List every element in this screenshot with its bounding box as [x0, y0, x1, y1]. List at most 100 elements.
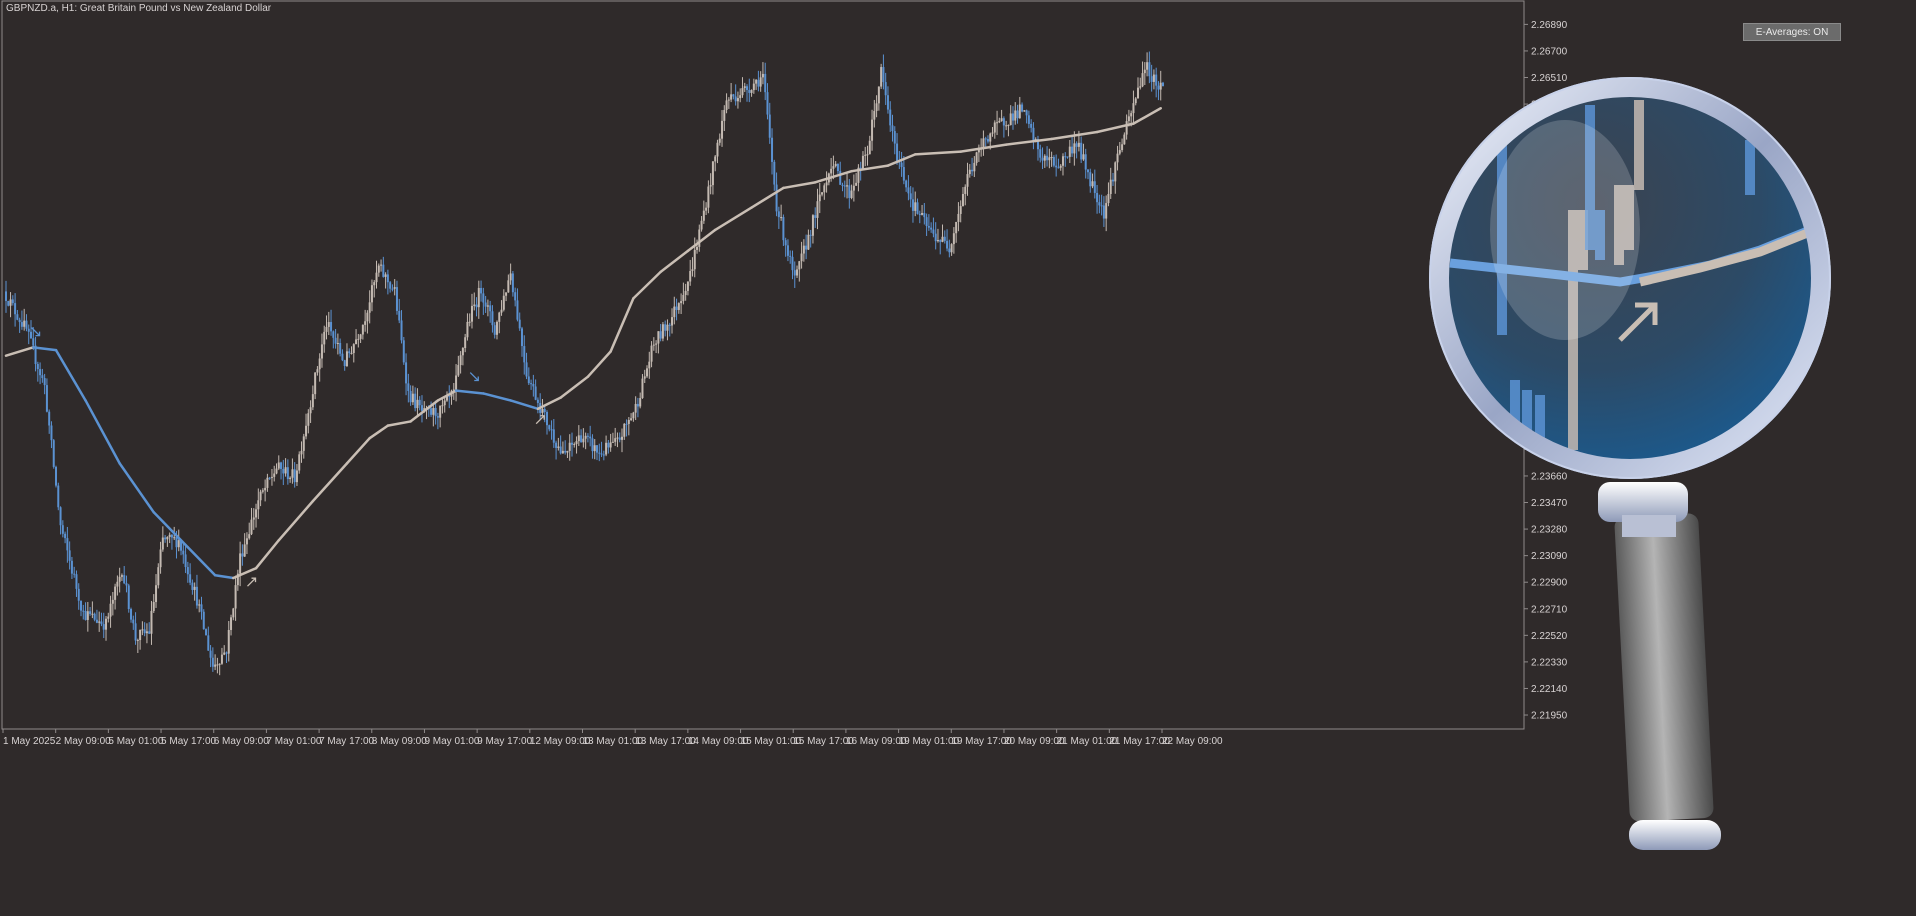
candle-body	[702, 210, 705, 221]
candle-body	[871, 119, 874, 141]
candle-body	[345, 351, 348, 366]
candle-body	[591, 438, 594, 452]
candle-body	[798, 261, 801, 270]
candle-body	[434, 408, 437, 417]
candle-body	[86, 611, 89, 620]
candle	[7, 300, 10, 307]
candle-body	[159, 549, 162, 568]
candle-body	[843, 185, 846, 187]
candle-body	[723, 109, 726, 121]
candle-body	[498, 312, 501, 322]
candle-body	[639, 398, 642, 407]
candle-body	[714, 156, 717, 162]
candle-body	[739, 95, 742, 99]
candle-body	[561, 450, 564, 454]
candle-body	[911, 199, 914, 211]
candle-body	[841, 184, 844, 186]
chart-root[interactable]: 2.268902.267002.265102.263202.261302.259…	[0, 0, 1916, 911]
candle-body	[232, 608, 235, 618]
candle-body	[1025, 110, 1028, 116]
candle-body	[280, 462, 283, 469]
candle-body	[677, 303, 680, 310]
candle-body	[559, 446, 562, 454]
candle-body	[809, 234, 812, 236]
candle-body	[582, 438, 585, 443]
candle-body	[134, 623, 137, 641]
candle-body	[52, 440, 55, 467]
candle-body	[884, 82, 887, 96]
candle-body	[771, 137, 774, 162]
candle-body	[457, 365, 460, 376]
candle-body	[480, 287, 483, 294]
candle-body	[866, 154, 869, 156]
candle-body	[1021, 104, 1024, 112]
candle-body	[752, 83, 755, 91]
candle-body	[334, 337, 337, 344]
candle-body	[120, 575, 123, 577]
candle-body	[1050, 157, 1053, 159]
candle-body	[589, 436, 592, 439]
y-tick-label: 2.22710	[1531, 604, 1568, 615]
candle-body	[252, 517, 255, 520]
candle-body	[175, 537, 178, 548]
candle-body	[930, 227, 933, 230]
candle-body	[114, 586, 117, 600]
candle-body	[1007, 124, 1010, 126]
candle-body	[1055, 165, 1058, 168]
candle-body	[584, 435, 587, 439]
candle-body	[500, 309, 503, 313]
candle-body	[275, 468, 278, 474]
candle-body	[1080, 142, 1083, 160]
x-tick-label: 9 May 17:00	[477, 736, 532, 747]
candle-body	[241, 553, 244, 557]
candle-body	[1139, 86, 1142, 88]
candle-body	[430, 408, 433, 415]
candle-body	[875, 103, 878, 111]
candle-body	[761, 73, 764, 78]
candle-body	[896, 143, 899, 162]
candle-body	[155, 585, 158, 603]
candle-body	[266, 477, 269, 488]
candle-body	[671, 317, 674, 326]
candle-body	[1032, 127, 1035, 141]
candle-body	[77, 588, 80, 601]
price-chart[interactable]: 2.268902.267002.265102.263202.261302.259…	[0, 0, 1916, 911]
candle-body	[455, 375, 458, 390]
candle-body	[1057, 167, 1060, 169]
candle-body	[1109, 179, 1112, 194]
candle-body	[16, 314, 19, 320]
candle-body	[959, 206, 962, 214]
candle-body	[668, 324, 671, 326]
candle	[661, 322, 664, 342]
candle-body	[111, 599, 114, 604]
candle-body	[868, 140, 871, 155]
candle-body	[316, 369, 319, 373]
candle-body	[986, 139, 989, 142]
candle-body	[821, 192, 824, 195]
candle-body	[1134, 98, 1137, 104]
candle-body	[418, 399, 421, 406]
candle-body	[330, 322, 333, 332]
candle-body	[657, 331, 660, 344]
candle-body	[484, 302, 487, 307]
candle-body	[243, 544, 246, 557]
candle-body	[605, 442, 608, 455]
candle-body	[368, 302, 371, 313]
candle-body	[741, 88, 744, 96]
candle-body	[586, 435, 589, 437]
candle-body	[918, 213, 921, 215]
candle-body	[409, 390, 412, 403]
candle-body	[257, 500, 260, 510]
candle-body	[509, 273, 512, 281]
candle-body	[284, 467, 287, 474]
candle-body	[1093, 181, 1096, 193]
candle-body	[182, 550, 185, 555]
candle-body	[993, 122, 996, 133]
candle-body	[189, 574, 192, 583]
candle-body	[984, 138, 987, 140]
e-averages-toggle-button[interactable]: E-Averages: ON	[1743, 23, 1841, 41]
candle-body	[200, 604, 203, 612]
candle-body	[1027, 115, 1030, 124]
candle-body	[359, 334, 362, 339]
candle-body	[689, 271, 692, 282]
